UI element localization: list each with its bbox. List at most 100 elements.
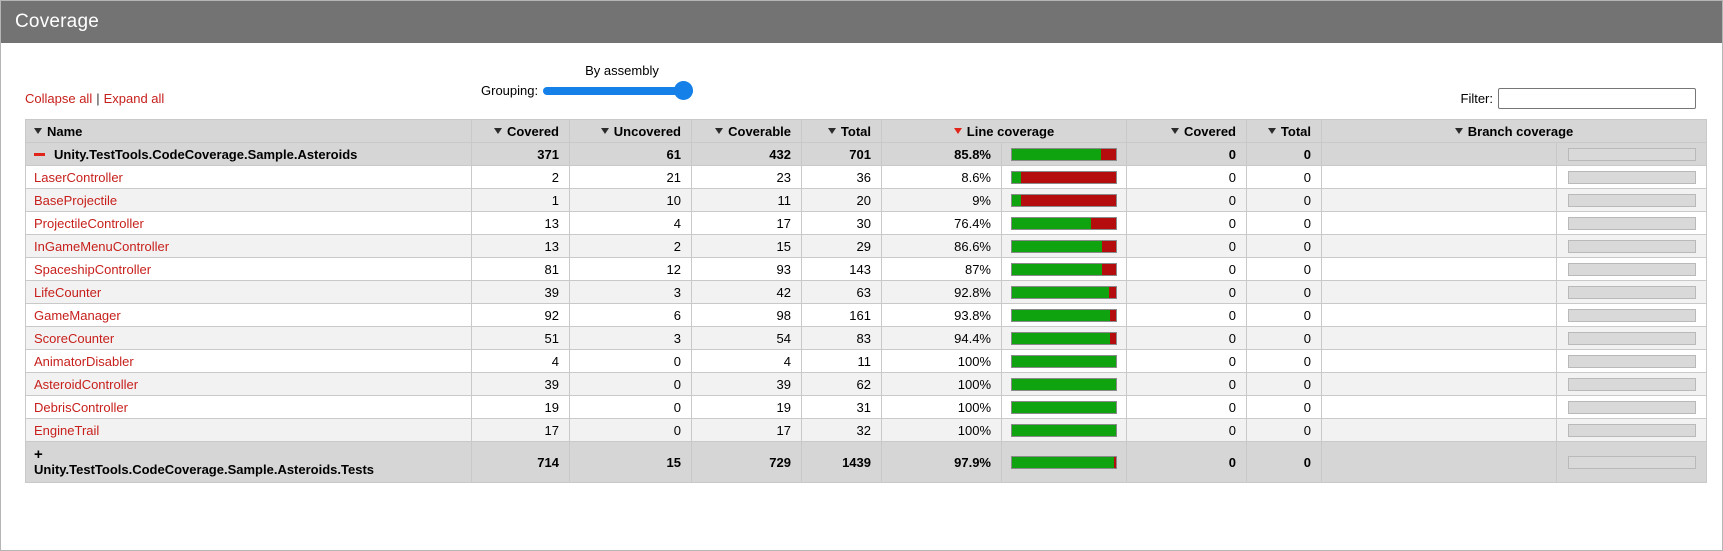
total-cell: 701 — [802, 143, 882, 166]
assembly-row: Unity.TestTools.CodeCoverage.Sample.Aste… — [26, 143, 1707, 166]
column-header-coverable[interactable]: Coverable — [692, 120, 802, 143]
branch-coverage-bar-cell — [1557, 143, 1707, 166]
coverable-cell: 98 — [692, 304, 802, 327]
covered-cell: 4 — [472, 350, 570, 373]
uncovered-cell: 10 — [570, 189, 692, 212]
branch-coverage-bar — [1568, 194, 1696, 207]
branch-coverage-bar — [1568, 456, 1696, 469]
column-header-total[interactable]: Total — [802, 120, 882, 143]
covered-cell: 1 — [472, 189, 570, 212]
line-coverage-percent: 92.8% — [882, 281, 1002, 304]
column-header-uncovered[interactable]: Uncovered — [570, 120, 692, 143]
sort-down-icon — [1268, 128, 1276, 134]
covered-cell: 51 — [472, 327, 570, 350]
column-header-name[interactable]: Name — [26, 120, 472, 143]
class-link[interactable]: ProjectileController — [34, 216, 144, 231]
branch-coverage-percent — [1322, 373, 1557, 396]
line-coverage-fill — [1012, 425, 1116, 436]
line-coverage-fill — [1012, 310, 1110, 321]
class-row: LaserController22123368.6%00 — [26, 166, 1707, 189]
column-header-line-coverage[interactable]: Line coverage — [882, 120, 1127, 143]
expand-all-link[interactable]: Expand all — [104, 91, 165, 106]
line-coverage-fill — [1012, 149, 1101, 160]
line-coverage-fill — [1012, 172, 1021, 183]
line-coverage-bar-cell — [1002, 235, 1127, 258]
assembly-row: +Unity.TestTools.CodeCoverage.Sample.Ast… — [26, 442, 1707, 483]
class-link[interactable]: LifeCounter — [34, 285, 101, 300]
branch-coverage-bar — [1568, 286, 1696, 299]
line-coverage-bar-cell — [1002, 258, 1127, 281]
table-header: Name Covered Uncovered Coverable Total L… — [26, 120, 1707, 143]
class-link[interactable]: GameManager — [34, 308, 121, 323]
uncovered-cell: 6 — [570, 304, 692, 327]
total-cell: 29 — [802, 235, 882, 258]
coverable-cell: 39 — [692, 373, 802, 396]
line-coverage-percent: 93.8% — [882, 304, 1002, 327]
line-coverage-bar — [1011, 355, 1117, 368]
expand-plus-icon[interactable]: + — [34, 448, 461, 461]
class-link[interactable]: SpaceshipController — [34, 262, 151, 277]
sort-down-icon — [1455, 128, 1463, 134]
grouping-slider[interactable] — [543, 87, 693, 95]
branch-covered-cell: 0 — [1127, 304, 1247, 327]
column-header-branch-total[interactable]: Total — [1247, 120, 1322, 143]
coverable-cell: 17 — [692, 212, 802, 235]
line-coverage-percent: 100% — [882, 350, 1002, 373]
class-link[interactable]: BaseProjectile — [34, 193, 117, 208]
class-row: SpaceshipController81129314387%00 — [26, 258, 1707, 281]
covered-cell: 714 — [472, 442, 570, 483]
line-coverage-percent: 100% — [882, 419, 1002, 442]
assembly-name: Unity.TestTools.CodeCoverage.Sample.Aste… — [34, 462, 374, 477]
link-divider: | — [96, 91, 99, 106]
class-link[interactable]: DebrisController — [34, 400, 128, 415]
line-coverage-fill — [1012, 457, 1114, 468]
uncovered-cell: 3 — [570, 327, 692, 350]
branch-total-cell: 0 — [1247, 189, 1322, 212]
coverable-cell: 93 — [692, 258, 802, 281]
collapse-minus-icon[interactable] — [34, 153, 45, 156]
line-coverage-bar-cell — [1002, 189, 1127, 212]
class-row: AsteroidController3903962100%00 — [26, 373, 1707, 396]
coverage-table: Name Covered Uncovered Coverable Total L… — [25, 119, 1707, 483]
collapse-all-link[interactable]: Collapse all — [25, 91, 92, 106]
name-cell: BaseProjectile — [26, 189, 472, 212]
branch-coverage-bar-cell — [1557, 419, 1707, 442]
grouping-description: By assembly — [547, 63, 697, 81]
total-cell: 30 — [802, 212, 882, 235]
coverable-cell: 4 — [692, 350, 802, 373]
class-link[interactable]: AnimatorDisabler — [34, 354, 134, 369]
line-coverage-fill — [1012, 287, 1109, 298]
branch-coverage-bar — [1568, 332, 1696, 345]
name-cell: AsteroidController — [26, 373, 472, 396]
uncovered-cell: 2 — [570, 235, 692, 258]
class-link[interactable]: ScoreCounter — [34, 331, 114, 346]
line-coverage-bar-cell — [1002, 143, 1127, 166]
page-title: Coverage — [15, 11, 99, 33]
class-link[interactable]: AsteroidController — [34, 377, 138, 392]
line-coverage-bar — [1011, 194, 1117, 207]
branch-coverage-bar — [1568, 171, 1696, 184]
name-cell: ProjectileController — [26, 212, 472, 235]
branch-coverage-percent — [1322, 396, 1557, 419]
branch-total-cell: 0 — [1247, 143, 1322, 166]
line-coverage-bar-cell — [1002, 166, 1127, 189]
filter-input[interactable] — [1498, 88, 1696, 109]
class-link[interactable]: EngineTrail — [34, 423, 99, 438]
uncovered-cell: 0 — [570, 419, 692, 442]
expand-collapse-links: Collapse all | Expand all — [25, 91, 164, 106]
uncovered-cell: 0 — [570, 396, 692, 419]
column-header-branch-covered[interactable]: Covered — [1127, 120, 1247, 143]
class-link[interactable]: LaserController — [34, 170, 123, 185]
sort-down-icon — [601, 128, 609, 134]
line-coverage-bar — [1011, 309, 1117, 322]
branch-coverage-bar-cell — [1557, 350, 1707, 373]
line-coverage-fill — [1012, 264, 1102, 275]
branch-coverage-bar-cell — [1557, 442, 1707, 483]
line-coverage-bar — [1011, 378, 1117, 391]
class-link[interactable]: InGameMenuController — [34, 239, 169, 254]
column-header-covered[interactable]: Covered — [472, 120, 570, 143]
total-cell: 1439 — [802, 442, 882, 483]
line-coverage-fill — [1012, 402, 1116, 413]
line-coverage-bar — [1011, 401, 1117, 414]
column-header-branch-coverage[interactable]: Branch coverage — [1322, 120, 1707, 143]
